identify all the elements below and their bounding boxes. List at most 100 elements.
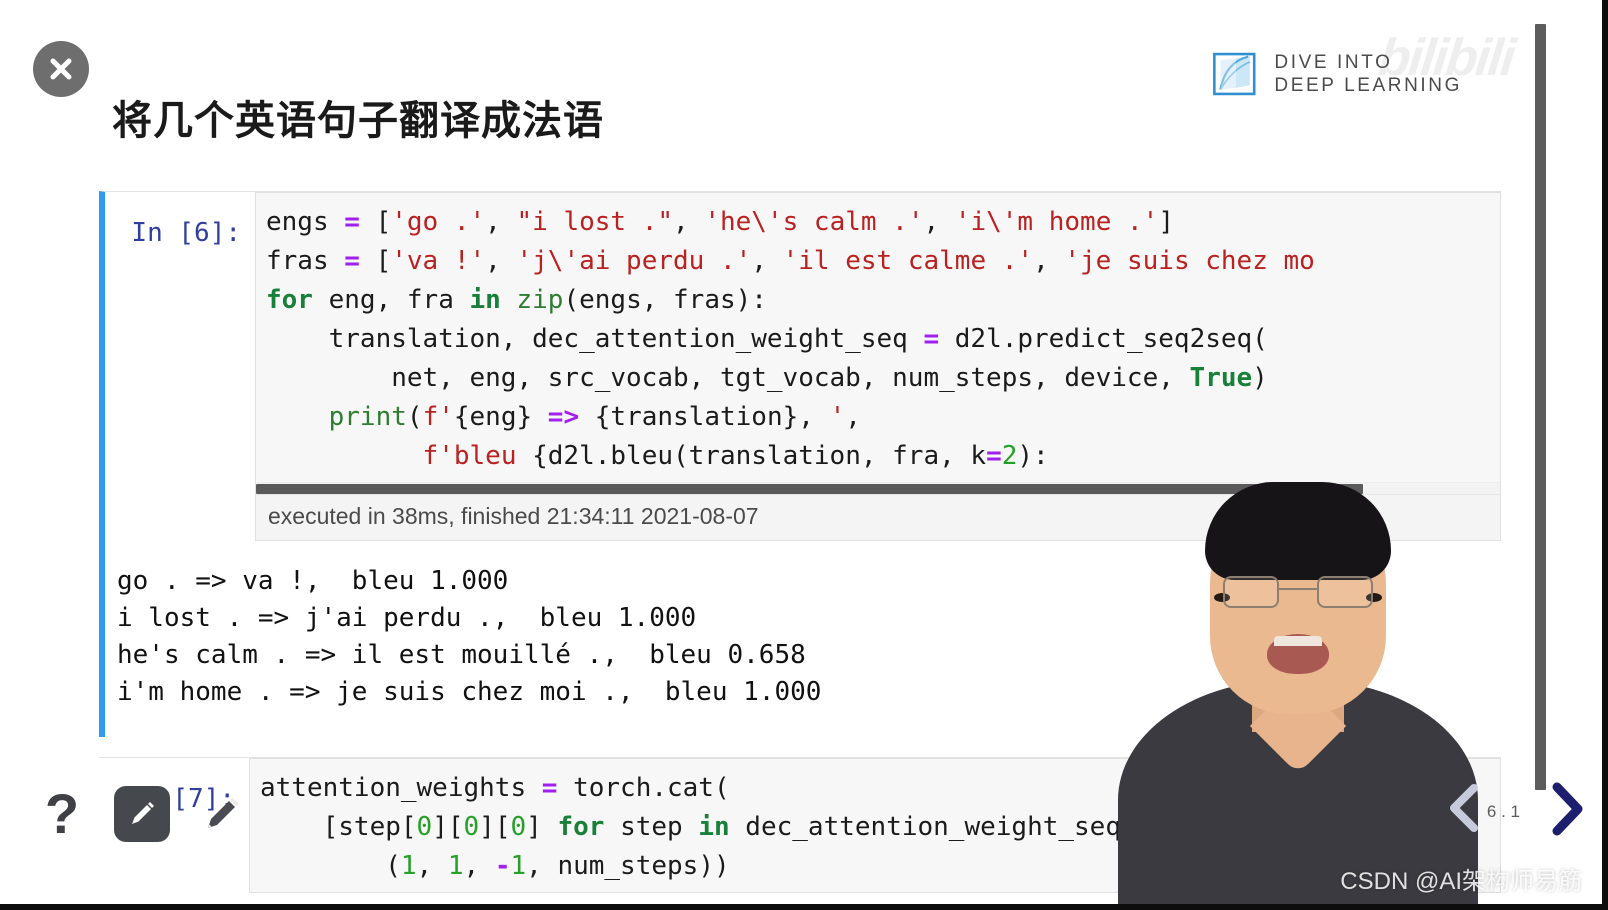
code-token: engs (266, 207, 345, 237)
code-token: zip (516, 285, 564, 315)
code-token: ] (526, 812, 558, 842)
code-line: (1, 1, -1, num_steps)) (260, 847, 1500, 886)
notebook: In [6]: engs = ['go .', "i lost .", 'he\… (99, 191, 1501, 893)
code-token: torch.cat( (557, 773, 730, 803)
code-token: ( (406, 402, 423, 432)
code-token: attention_weights (260, 773, 542, 803)
slide-viewer: 将几个英语句子翻译成法语 bilibili DIVE INTO DEEP LEA… (0, 0, 1608, 910)
code-token: = (923, 324, 940, 354)
prev-slide-button[interactable] (1442, 780, 1488, 836)
code-line: f'bleu {d2l.bleu(translation, fra, k=2): (266, 437, 1500, 476)
code-token: {d2l.bleu(translation, fra, k (532, 441, 987, 471)
code-token: 0 (416, 812, 433, 842)
code-token: , (416, 851, 448, 881)
code-token: dec_attention_weight_seq], (729, 812, 1168, 842)
brand-logo: DIVE INTO DEEP LEARNING (1210, 48, 1462, 100)
code-token: in (469, 285, 501, 315)
code-token: ( (260, 851, 401, 881)
code-token: 0 (510, 812, 527, 842)
execution-status-in-6: executed in 38ms, finished 21:34:11 2021… (256, 494, 1500, 540)
code-editor-in-7[interactable]: attention_weights = torch.cat( [step[0][… (249, 758, 1501, 893)
pen-tool-button[interactable] (194, 786, 250, 842)
code-token: ][ (432, 812, 464, 842)
code-token: , (751, 246, 783, 276)
code-token: , (485, 207, 517, 237)
code-token: , (845, 402, 861, 432)
close-button[interactable] (33, 41, 89, 97)
code-hscrollbar-thumb-in-6[interactable] (256, 484, 1364, 494)
code-token: = (344, 246, 360, 276)
code-token: 1 (400, 851, 417, 881)
close-icon (50, 58, 72, 80)
code-token: = (344, 207, 360, 237)
logo-line-2: DEEP LEARNING (1274, 75, 1462, 96)
code-token: = (986, 441, 1002, 471)
code-token: f'bleu (422, 441, 533, 471)
code-line: for eng, fra in zip(engs, fras): (266, 281, 1500, 320)
page-vertical-scrollbar[interactable] (1535, 24, 1546, 790)
code-token: => (547, 402, 580, 432)
bottom-edge-strip (0, 904, 1608, 910)
code-token: (engs, fras): (563, 285, 767, 315)
notebook-cell-in-7[interactable]: In [7]: attention_weights = torch.cat( [… (99, 757, 1501, 893)
code-token: 0 (463, 812, 480, 842)
code-token: 'va !' (391, 246, 486, 276)
code-token: 1 (447, 851, 464, 881)
code-token: True (1189, 363, 1253, 393)
code-line: [step[0][0][0] for step in dec_attention… (260, 808, 1500, 847)
code-line: engs = ['go .', "i lost .", 'he\'s calm … (266, 203, 1500, 242)
pencil-icon (208, 797, 239, 828)
code-token: ' (829, 402, 846, 432)
code-token: 'il est calme .' (782, 246, 1034, 276)
code-line: attention_weights = torch.cat( (260, 769, 1500, 808)
code-token: {eng} (453, 402, 548, 432)
page-number: 6 . 1 (1486, 802, 1520, 821)
code-hscrollbar-in-6[interactable] (256, 482, 1500, 494)
code-token: ) (1252, 363, 1268, 393)
code-token: 'go .' (391, 207, 486, 237)
code-token: ][ (479, 812, 511, 842)
code-token: d2l.predict_seq2seq( (939, 324, 1268, 354)
right-edge-strip (1602, 0, 1608, 910)
code-token: = (541, 773, 558, 803)
output-line: go . => va !, bleu 1.000 (117, 566, 509, 596)
notebook-cell-in-6[interactable]: In [6]: engs = ['go .', "i lost .", 'he\… (99, 191, 1501, 737)
code-token: [step[ (260, 812, 417, 842)
output-line: i lost . => j'ai perdu ., bleu 1.000 (117, 603, 697, 633)
chevron-left-icon (1450, 784, 1478, 832)
code-token: , (673, 207, 705, 237)
code-token: for (266, 285, 313, 315)
pencil-filled-icon (132, 802, 154, 824)
output-line: i'm home . => je suis chez moi ., bleu 1… (117, 677, 822, 707)
book-icon (1213, 52, 1256, 96)
code-token: , (923, 207, 955, 237)
code-token: , (1033, 246, 1065, 276)
code-line: translation, dec_attention_weight_seq = … (266, 320, 1500, 359)
code-token: 1 (510, 851, 527, 881)
code-token: in (698, 812, 730, 842)
code-token: - (494, 851, 511, 881)
code-token: f' (422, 402, 454, 432)
code-token: "i lost ." (516, 207, 674, 237)
code-lines-in-6: engs = ['go .', "i lost .", 'he\'s calm … (256, 193, 1500, 482)
page-title: 将几个英语句子翻译成法语 (112, 99, 604, 143)
code-token: , (463, 851, 495, 881)
code-token: ] (1158, 207, 1174, 237)
next-slide-button[interactable] (1540, 778, 1592, 840)
code-token: print (328, 402, 407, 432)
code-line: net, eng, src_vocab, tgt_vocab, num_step… (266, 359, 1500, 398)
code-editor-in-6[interactable]: engs = ['go .', "i lost .", 'he\'s calm … (255, 192, 1501, 541)
help-button[interactable]: ? (40, 786, 84, 842)
code-token: , (485, 246, 517, 276)
code-token: {translation}, (579, 402, 830, 432)
code-token: 'j\'ai perdu .' (516, 246, 752, 276)
code-token: ).reshape(( (1183, 812, 1356, 842)
code-token: , num_steps)) (526, 851, 730, 881)
pen-tool-active-button[interactable] (114, 786, 170, 842)
code-token: ): (1017, 441, 1049, 471)
code-token: 'i\'m home .' (954, 207, 1159, 237)
code-token: translation, dec_attention_weight_seq (266, 324, 924, 354)
